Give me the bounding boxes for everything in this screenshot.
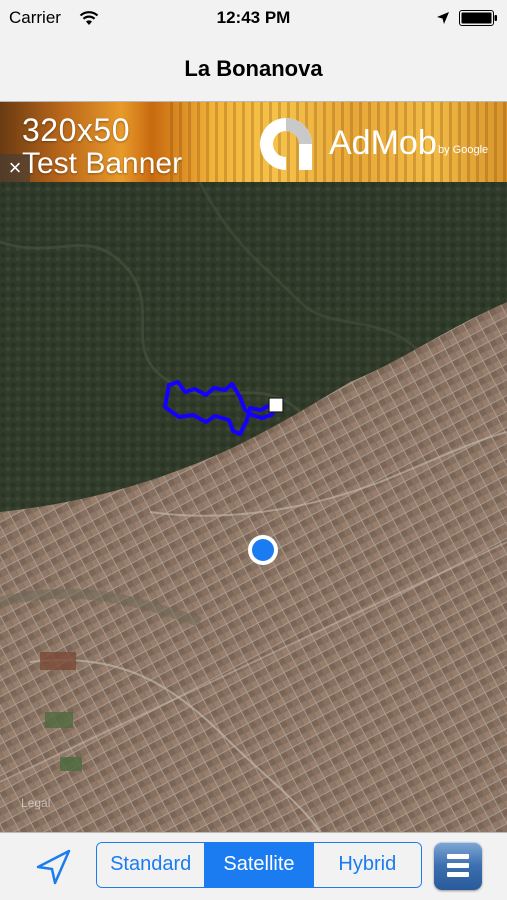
satellite-map[interactable] — [0, 182, 507, 832]
admob-logo-icon — [260, 118, 312, 170]
status-bar: Carrier 12:43 PM — [0, 0, 507, 36]
admob-brand-suffix: by Google — [438, 144, 489, 156]
user-location-dot — [252, 539, 274, 561]
ad-close-button[interactable]: × — [0, 154, 30, 182]
segment-standard[interactable]: Standard — [97, 843, 206, 887]
location-services-icon — [437, 12, 449, 24]
segment-satellite[interactable]: Satellite — [205, 843, 314, 887]
ad-test-label: Test Banner — [22, 147, 183, 180]
ad-banner[interactable]: 320x50 Test Banner AdMob by Google — [0, 102, 507, 182]
segment-hybrid[interactable]: Hybrid — [313, 843, 421, 887]
route-end-marker[interactable] — [268, 397, 284, 413]
page-title: La Bonanova — [184, 56, 323, 81]
map-type-segmented-control: Standard Satellite Hybrid — [96, 842, 422, 888]
location-arrow-icon[interactable] — [34, 848, 74, 886]
admob-brand: AdMob — [329, 124, 437, 162]
navigation-bar: La Bonanova — [0, 36, 507, 102]
status-time: 12:43 PM — [216, 8, 291, 27]
battery-icon — [459, 10, 497, 26]
bottom-toolbar: Standard Satellite Hybrid — [0, 832, 507, 900]
map-imagery — [0, 182, 507, 832]
hamburger-menu-icon[interactable] — [434, 842, 482, 890]
legal-link[interactable]: Legal — [21, 796, 50, 810]
menu-bar-middle — [447, 863, 469, 868]
menu-bar-top — [447, 854, 469, 859]
menu-bar-bottom — [447, 872, 469, 877]
ad-size-label: 320x50 — [22, 112, 130, 148]
